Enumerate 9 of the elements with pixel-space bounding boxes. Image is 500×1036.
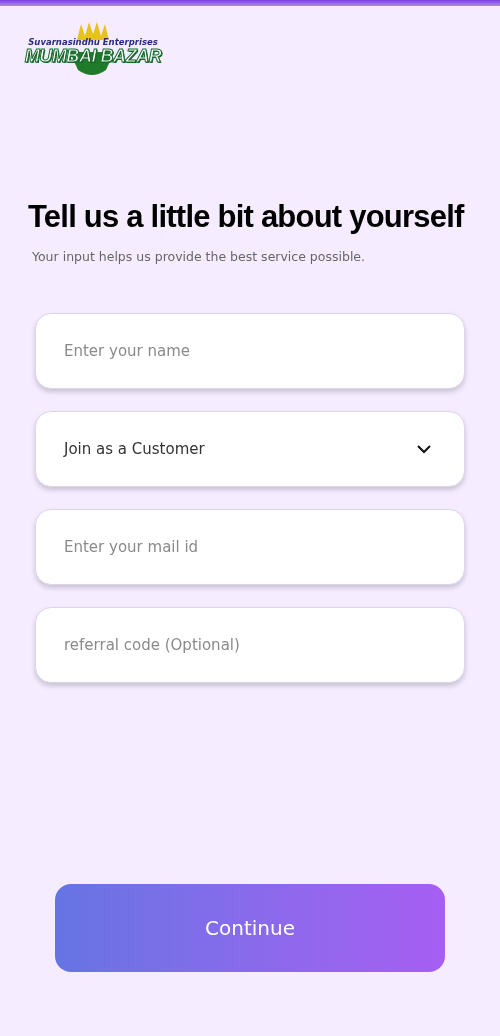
- page-subtitle: Your input helps us provide the best service possible.: [32, 248, 366, 266]
- logo-tagline: Suvarnasindhu Enterprises: [28, 38, 158, 47]
- input-field[interactable]: Enter your name: [35, 312, 465, 389]
- page-heading: Tell us a little bit about yourself: [28, 198, 466, 236]
- role-dropdown[interactable]: Join as a Customer: [35, 410, 465, 487]
- input-field[interactable]: Enter your mail id: [35, 508, 465, 585]
- continue-button[interactable]: Continue: [55, 884, 445, 972]
- chevron-down-icon: [416, 443, 432, 454]
- input-field[interactable]: referral code (Optional): [35, 606, 465, 683]
